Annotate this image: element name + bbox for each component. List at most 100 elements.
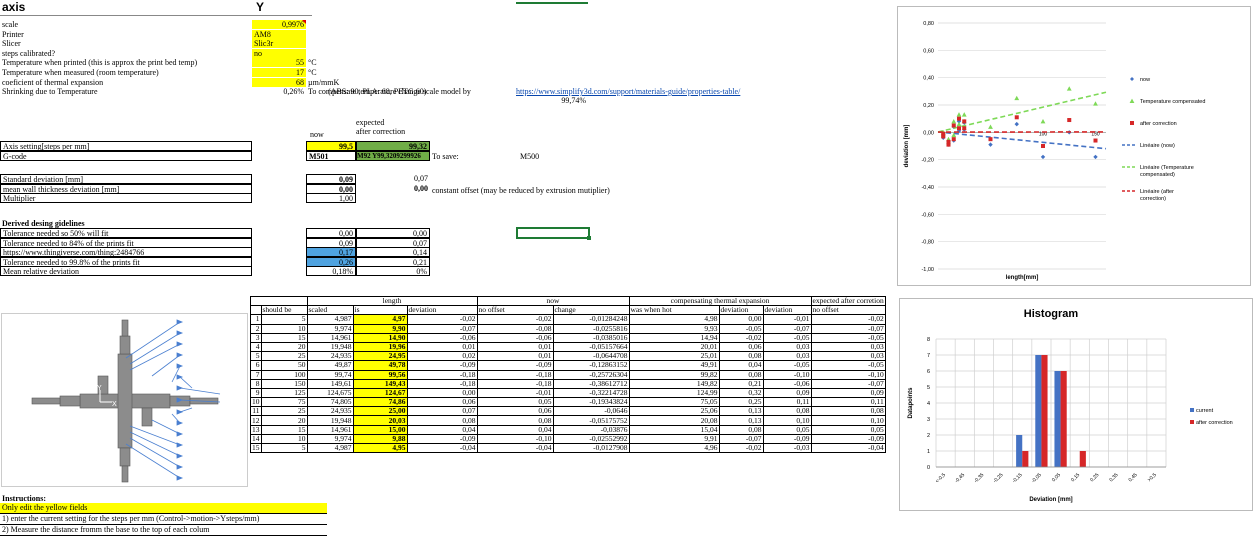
table-cell: 11 (250, 406, 262, 417)
table-cell: 25,06 (628, 406, 720, 417)
measurement-arrow (125, 321, 181, 359)
histogram-legend-label: after correction (1196, 420, 1233, 426)
histogram-xtick: 0,15 (1070, 472, 1081, 483)
param-value[interactable]: 68 (252, 77, 306, 87)
measured-input[interactable]: 9,88 (352, 433, 408, 445)
guideline-label[interactable]: https://www.thingiverse.com/thing:248476… (0, 247, 252, 258)
histogram-xtick: 0,35 (1108, 472, 1119, 483)
table-cell: 4,987 (306, 442, 354, 454)
comment-marker[interactable] (302, 20, 306, 24)
scatter-point-now (1014, 121, 1019, 127)
scatter-point-after (962, 126, 967, 131)
gcode-after: M92 Y99,3209299926 (356, 151, 430, 161)
table-cell: -0,0644708 (552, 351, 630, 362)
table-header: deviation (718, 305, 764, 316)
simplify3d-link[interactable]: https://www.simplify3d.com/support/mater… (516, 87, 740, 96)
legend-label: now (1140, 77, 1150, 83)
table-cell: 149,82 (628, 378, 720, 389)
table-cell: -0,05157664 (552, 341, 630, 353)
table-cell: -0,09 (810, 433, 886, 445)
guideline-now: 0,00 (306, 228, 356, 238)
table-cell: 7 (250, 369, 262, 380)
table-row: 15 5 4,987 4,95 -0,04 -0,04 -0,0127908 4,96 -0,0… (250, 442, 886, 454)
svg-text:Y: Y (97, 385, 102, 392)
table-cell: -0,02 (810, 314, 886, 325)
table-cell: -0,10 (762, 369, 812, 380)
deviation-scatter-chart[interactable]: 0,80 0,60 0,40 0,20 0,00 -0,20 -0,40 -0,60 -0,80… (897, 6, 1251, 286)
param-label: coeficient of thermal expansion (2, 77, 104, 87)
table-cell: 0,08 (718, 424, 764, 435)
measured-input[interactable]: 19,96 (352, 341, 408, 353)
table-cell: 20,08 (628, 415, 720, 426)
table-cell: 0,03 (762, 341, 812, 353)
guidelines-title: Derived desing gidelines (2, 219, 85, 228)
measured-input[interactable]: 149,43 (352, 378, 408, 389)
param-label: Shrinking due to Temperature (2, 87, 98, 97)
table-cell: 0,10 (762, 415, 812, 426)
measured-input[interactable]: 124,67 (352, 387, 408, 399)
table-cell: 0,10 (810, 415, 886, 426)
table-cell: -0,04 (406, 442, 478, 454)
gcode-label: G-code (0, 151, 252, 161)
table-cell: -0,05 (718, 323, 764, 334)
scatter-ytick: 0,40 (923, 76, 934, 82)
table-cell: 0,06 (406, 397, 478, 408)
table-row: 9 125 124,675 124,67 0,00 -0,01 -0,32214728 124… (250, 387, 886, 399)
measured-input[interactable]: 15,00 (352, 424, 408, 435)
measured-input[interactable]: 9,90 (352, 323, 408, 334)
measured-input[interactable]: 74,86 (352, 397, 408, 408)
measurement-arrowhead (176, 464, 184, 470)
selected-cell[interactable] (516, 227, 590, 239)
table-cell: 4 (250, 341, 262, 353)
scatter-point-temp (1093, 101, 1098, 106)
scatter-point-after (1067, 118, 1072, 123)
param-value[interactable]: Slic3r (252, 39, 306, 49)
measured-input[interactable]: 14,90 (352, 332, 408, 343)
measurement-arrow (129, 343, 181, 371)
scatter-ytick: -0,60 (921, 212, 934, 218)
compensate-percent: 99,74% (561, 96, 586, 105)
scatter-point-after (1014, 115, 1019, 120)
param-value[interactable]: AM8 (252, 29, 306, 39)
table-cell: 10 (260, 433, 308, 445)
table-cell: 15 (260, 424, 308, 435)
scatter-point-now (988, 142, 993, 147)
scatter-ytick: -0,80 (921, 240, 934, 246)
fill-handle[interactable] (587, 236, 591, 240)
table-cell: 15 (250, 442, 262, 454)
param-value[interactable]: 17 (252, 68, 306, 77)
measured-input[interactable]: 25,00 (352, 406, 408, 417)
histogram-chart[interactable]: Histogram 0 1 2 3 4 5 6 7 8 <-0,5 -0,45 -0,35 -0,25 -0… (899, 298, 1253, 511)
param-label: steps calibrated? (2, 48, 56, 58)
table-cell: -0,06 (476, 332, 554, 343)
guideline-after: 0,14 (356, 247, 430, 258)
histogram-ytick: 8 (927, 337, 930, 343)
scatter-ytick: -0,40 (921, 185, 934, 191)
table-cell: 15,04 (628, 424, 720, 435)
param-value[interactable]: 55 (252, 58, 306, 68)
measured-input[interactable]: 4,97 (352, 314, 408, 325)
measured-input[interactable]: 24,95 (352, 351, 408, 362)
scatter-trendline (937, 91, 1107, 133)
axis-setting-now-input[interactable]: 99,5 (306, 141, 356, 151)
param-value[interactable]: no (252, 48, 306, 58)
measured-input[interactable]: 4,95 (352, 442, 408, 454)
measurement-arrow (171, 365, 181, 383)
table-cell: 14,961 (306, 424, 354, 435)
table-cell: 75,05 (628, 397, 720, 408)
table-header: no offset (810, 305, 886, 316)
table-cell: 49,91 (628, 360, 720, 371)
table-cell: -0,18 (476, 378, 554, 389)
measurement-arrowhead (176, 363, 184, 369)
table-cell: 49,87 (306, 360, 354, 371)
measured-input[interactable]: 20,03 (352, 415, 408, 426)
guideline-now: 0,26 (306, 256, 356, 267)
table-group-header (250, 295, 308, 306)
histogram-ytick: 3 (927, 417, 930, 423)
measured-input[interactable]: 49,78 (352, 360, 408, 371)
to-save-label: To save: (432, 152, 459, 161)
param-value[interactable]: 0,9976 (252, 20, 306, 29)
guideline-now: 0,09 (306, 237, 356, 248)
measured-input[interactable]: 99,56 (352, 369, 408, 380)
stat-after (356, 193, 430, 203)
